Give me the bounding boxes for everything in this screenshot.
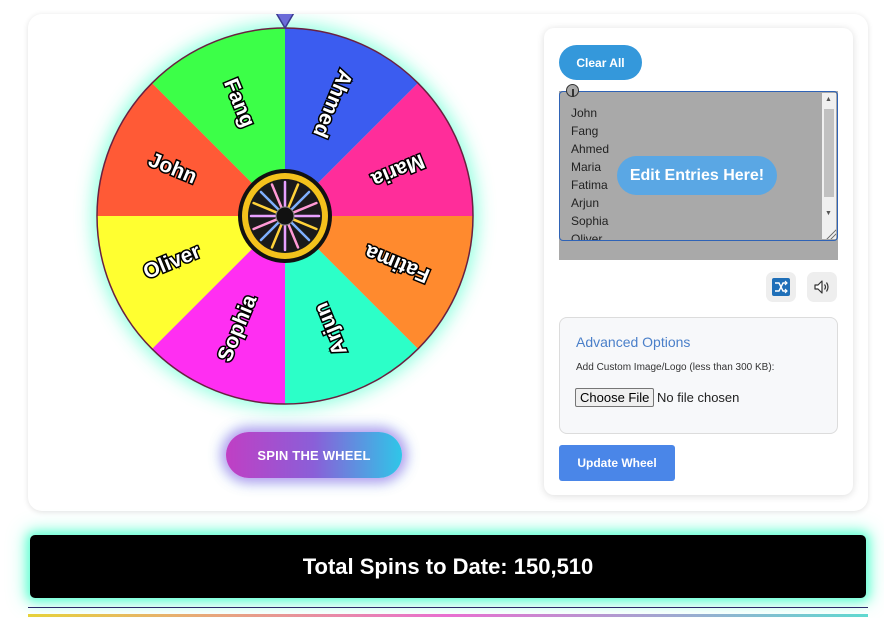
total-spins-banner: Total Spins to Date: 150,510 [30,535,866,598]
total-spins-text: Total Spins to Date: 150,510 [302,553,594,579]
advanced-options-title[interactable]: Advanced Options [576,334,690,350]
footer-color-bar [28,614,868,617]
side-panel: Clear All John Fang Ahmed Maria Fatima A… [544,28,853,495]
entry-line: Arjun [571,196,600,210]
custom-image-label: Add Custom Image/Logo (less than 300 KB)… [576,362,775,373]
entry-line: Fatima [571,178,608,192]
entry-line: Ahmed [571,142,610,156]
entry-line: Fang [571,124,599,138]
edit-entries-badge: Edit Entries Here! [617,156,777,195]
update-wheel-button[interactable]: Update Wheel [559,445,675,481]
entry-line: Oliver [571,232,603,241]
clear-all-button[interactable]: Clear All [559,45,642,80]
file-status-text: No file chosen [657,390,740,405]
scrollbar-thumb[interactable] [824,109,834,197]
scroll-down-icon[interactable]: ▼ [825,210,832,218]
entry-line: John [571,106,598,120]
entries-scrollbar[interactable]: ▲ ▼ [822,93,836,239]
entry-line: Maria [571,160,602,174]
shuffle-button[interactable] [766,272,796,302]
choose-file-button[interactable]: Choose File [575,388,655,407]
resize-grip-icon[interactable] [826,229,836,239]
footer-divider [28,607,868,608]
spin-wheel-button[interactable]: SPIN THE WHEEL [226,432,402,478]
entry-line: Sophia [571,214,609,228]
shuffle-icon [772,278,790,296]
entries-editor: John Fang Ahmed Maria Fatima Arjun Sophi… [559,84,838,260]
scroll-up-icon[interactable]: ▲ [825,96,832,104]
sound-button[interactable] [807,272,837,302]
wheel-hub [238,169,332,263]
advanced-options-panel: Advanced Options Add Custom Image/Logo (… [559,317,838,434]
speaker-icon [814,280,829,294]
info-marker-icon [566,84,579,97]
